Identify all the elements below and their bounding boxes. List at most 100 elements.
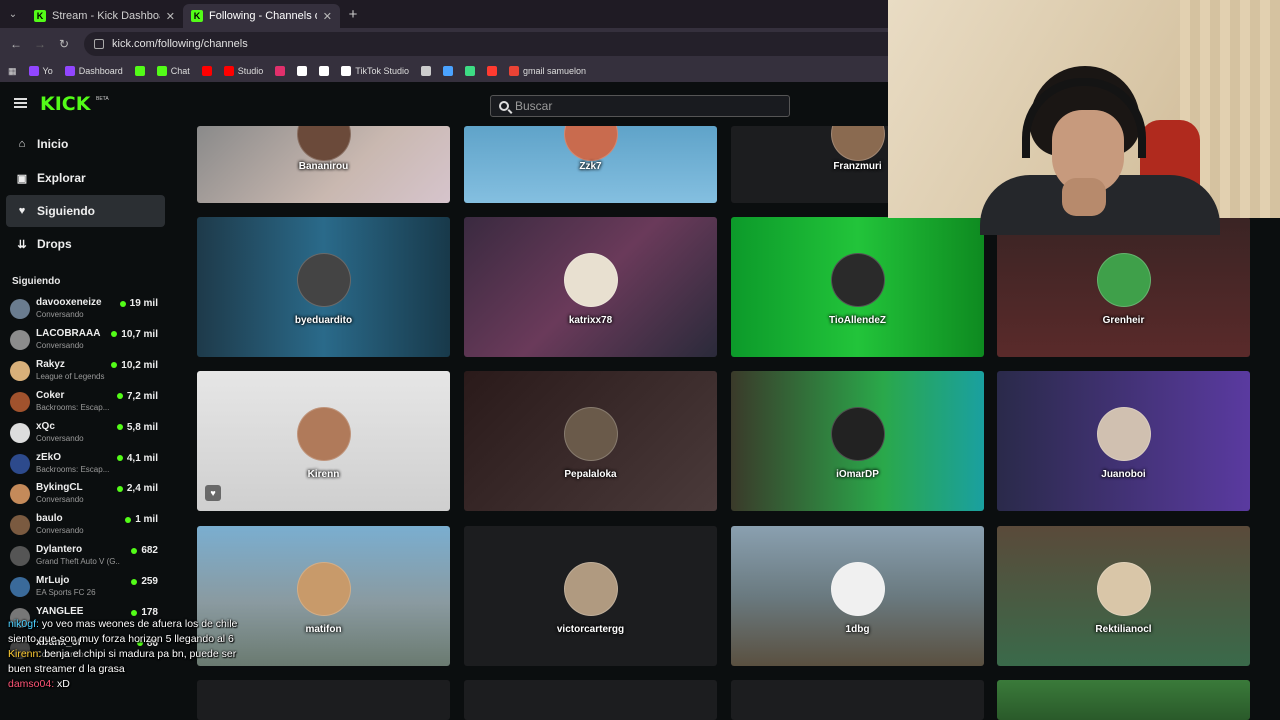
nav-label: Explorar — [37, 171, 86, 185]
forward-icon[interactable]: → — [32, 37, 48, 51]
heart-icon: ♥ — [18, 205, 26, 217]
viewer-count-text: 2,4 mil — [126, 483, 158, 495]
bookmark-12[interactable] — [464, 66, 475, 76]
bookmark-0[interactable]: Yo — [28, 66, 53, 76]
channel-name: LACOBRAAA — [36, 327, 101, 339]
new-tab-icon[interactable]: + — [340, 6, 366, 23]
channel-category: Conversando — [36, 526, 84, 536]
following-item[interactable]: davooxeneize Conversando 19 mil — [10, 296, 160, 326]
bookmark-4[interactable] — [201, 66, 212, 76]
kick-logo[interactable]: KICK — [40, 93, 90, 115]
nav-inicio[interactable]: ⌂ Inicio — [6, 128, 165, 160]
nav-drops[interactable]: ⇊ Drops — [6, 228, 165, 260]
stream-chat-overlay: nik0gf: yo veo mas weones de afuera los … — [8, 617, 248, 692]
channel-card[interactable]: TioAllendeZ — [731, 217, 984, 357]
channel-card[interactable]: Juanoboi — [997, 371, 1250, 511]
avatar — [10, 360, 30, 381]
following-item[interactable]: Dylantero Grand Theft Auto V (G... 682 — [10, 543, 160, 573]
tab-title: Stream - Kick Dashboard — [52, 10, 160, 22]
following-item[interactable]: MrLujo EA Sports FC 26 259 — [10, 574, 160, 604]
bookmark-favicon-icon — [464, 66, 475, 76]
live-dot-icon — [131, 578, 138, 585]
live-dot-icon — [116, 424, 123, 431]
avatar — [10, 422, 30, 443]
bookmark-6[interactable] — [275, 66, 286, 76]
following-item[interactable]: Rakyz League of Legends 10,2 mil — [10, 358, 160, 388]
viewer-count: 1 mil — [125, 514, 158, 525]
live-dot-icon — [116, 393, 123, 400]
site-info-icon[interactable] — [94, 39, 104, 49]
chat-username: nik0gf: — [8, 618, 39, 630]
channel-card[interactable]: iOmarDP — [731, 371, 984, 511]
close-tab-icon[interactable]: ✕ — [323, 10, 332, 23]
nav-explorar[interactable]: ▣ Explorar — [6, 162, 165, 194]
channel-card[interactable]: Kirenn ♥ — [197, 371, 450, 511]
bookmark-13[interactable] — [486, 66, 497, 76]
bookmark-label: Studio — [237, 66, 264, 76]
tab-search-icon[interactable]: ⌄ — [0, 0, 26, 28]
channel-card-name: byeduardito — [294, 315, 353, 326]
bookmark-favicon-icon — [297, 66, 308, 76]
nav-siguiendo[interactable]: ♥ Siguiendo — [6, 195, 165, 227]
url-field[interactable]: kick.com/following/channels — [84, 32, 914, 56]
search-icon — [499, 101, 509, 111]
channel-card[interactable]: 1dbg — [731, 526, 984, 666]
channel-card[interactable]: byeduardito — [197, 217, 450, 357]
channel-card[interactable]: victorcartergg — [464, 526, 717, 666]
viewer-count: 7,2 mil — [116, 391, 158, 402]
channel-avatar — [1096, 562, 1151, 616]
channel-name: zEkO — [36, 451, 62, 463]
back-icon[interactable]: ← — [8, 37, 24, 51]
bookmark-7[interactable] — [297, 66, 308, 76]
channel-card[interactable]: katrixx78 — [464, 217, 717, 357]
live-dot-icon — [116, 485, 123, 492]
nav-label: Siguiendo — [37, 204, 95, 218]
bookmark-label: TikTok Studio — [355, 66, 409, 76]
tab-following-channels[interactable]: K Following - Channels on Kick ✕ — [183, 4, 340, 28]
channel-card-partial[interactable] — [997, 680, 1250, 720]
reload-icon[interactable]: ↻ — [56, 37, 72, 51]
bookmark-10[interactable] — [420, 66, 431, 76]
bookmark-1[interactable]: Dashboard — [64, 66, 123, 76]
channel-category: Conversando — [36, 340, 84, 350]
bookmark-9[interactable]: TikTok Studio — [341, 66, 409, 76]
apps-icon[interactable]: ▦ — [8, 66, 17, 77]
live-dot-icon — [131, 547, 138, 554]
close-tab-icon[interactable]: ✕ — [166, 10, 175, 23]
follow-heart-icon[interactable]: ♥ — [205, 485, 221, 501]
following-item[interactable]: LACOBRAAA Conversando 10,7 mil — [10, 327, 160, 357]
channel-card[interactable]: Pepalaloka — [464, 371, 717, 511]
bookmark-5[interactable]: Studio — [223, 66, 264, 76]
channel-card-name: katrixx78 — [568, 315, 613, 326]
search-box[interactable] — [490, 95, 790, 117]
channel-card[interactable]: Bananirou — [197, 126, 450, 203]
following-item[interactable]: Coker Backrooms: Escap... 7,2 mil — [10, 389, 160, 419]
channel-card-partial[interactable] — [464, 680, 717, 720]
channel-avatar — [296, 126, 351, 161]
viewer-count-text: 259 — [141, 576, 158, 588]
channel-card-partial[interactable] — [731, 680, 984, 720]
live-dot-icon — [125, 516, 132, 523]
channel-card[interactable]: Zzk7 — [464, 126, 717, 203]
channel-avatar — [563, 253, 618, 307]
following-item[interactable]: BykingCL Conversando 2,4 mil — [10, 481, 160, 511]
channel-card[interactable]: Rektilianocl — [997, 526, 1250, 666]
bookmark-favicon-icon — [134, 66, 145, 76]
bookmark-2[interactable] — [134, 66, 145, 76]
following-item[interactable]: zEkO Backrooms: Escap... 4,1 mil — [10, 451, 160, 481]
bookmark-11[interactable] — [442, 66, 453, 76]
tab-kick-dashboard[interactable]: K Stream - Kick Dashboard ✕ — [26, 4, 183, 28]
home-icon: ⌂ — [18, 138, 26, 150]
bookmark-favicon-icon — [156, 66, 167, 76]
viewer-count: 4,1 mil — [116, 453, 158, 464]
bookmark-14[interactable]: gmail samuelon — [508, 66, 586, 76]
bookmark-3[interactable]: Chat — [156, 66, 190, 76]
bookmark-8[interactable] — [319, 66, 330, 76]
following-section-title: Siguiendo — [12, 276, 61, 287]
avatar — [10, 484, 30, 505]
channel-card[interactable]: Grenheir — [997, 217, 1250, 357]
following-item[interactable]: xQc Conversando 5,8 mil — [10, 420, 160, 450]
hamburger-menu-icon[interactable] — [14, 98, 27, 108]
search-input[interactable] — [515, 99, 775, 113]
following-item[interactable]: baulo Conversando 1 mil — [10, 512, 160, 542]
